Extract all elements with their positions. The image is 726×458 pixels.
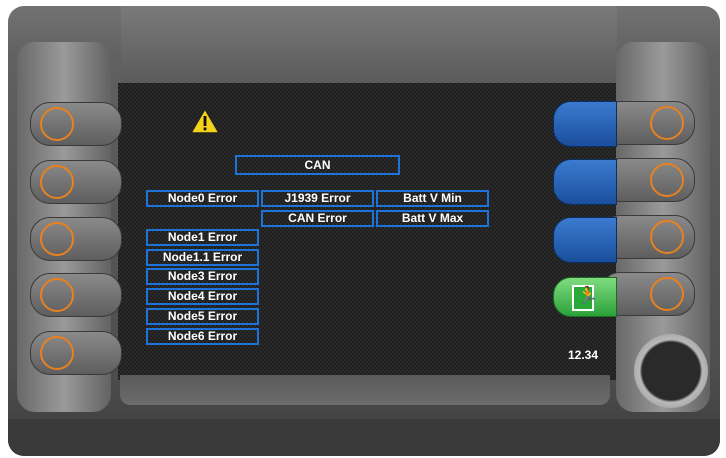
left-hard-button-2[interactable] bbox=[30, 160, 122, 204]
error-batt-v-max[interactable]: Batt V Max bbox=[376, 210, 489, 227]
rotary-knob[interactable] bbox=[634, 334, 708, 408]
softkey-1[interactable] bbox=[553, 101, 617, 147]
button-ring bbox=[40, 165, 74, 199]
version-label: 12.34 bbox=[568, 348, 599, 362]
running-man-glyph: 🏃 bbox=[577, 286, 599, 306]
left-hard-button-1[interactable] bbox=[30, 102, 122, 146]
error-j1939[interactable]: J1939 Error bbox=[261, 190, 374, 207]
softkey-2[interactable] bbox=[553, 159, 617, 205]
button-ring bbox=[40, 336, 74, 370]
error-node6[interactable]: Node6 Error bbox=[146, 328, 259, 345]
error-batt-v-min[interactable]: Batt V Min bbox=[376, 190, 489, 207]
left-hard-button-4[interactable] bbox=[30, 273, 122, 317]
left-hard-button-5[interactable] bbox=[30, 331, 122, 375]
error-node5[interactable]: Node5 Error bbox=[146, 308, 259, 325]
button-ring bbox=[650, 220, 684, 254]
button-ring bbox=[40, 278, 74, 312]
softkey-3[interactable] bbox=[553, 217, 617, 263]
button-ring bbox=[40, 222, 74, 256]
error-node3[interactable]: Node3 Error bbox=[146, 268, 259, 285]
can-title: CAN bbox=[235, 155, 400, 175]
screen-lower-trim bbox=[120, 375, 610, 405]
error-node1[interactable]: Node1 Error bbox=[146, 229, 259, 246]
button-ring bbox=[650, 277, 684, 311]
error-node4[interactable]: Node4 Error bbox=[146, 288, 259, 305]
error-node1-1[interactable]: Node1.1 Error bbox=[146, 249, 259, 266]
button-ring bbox=[40, 107, 74, 141]
exit-softkey[interactable]: 🏃 bbox=[553, 277, 617, 317]
error-can[interactable]: CAN Error bbox=[261, 210, 374, 227]
emergency-exit-icon: 🏃 bbox=[572, 285, 598, 311]
warning-triangle-icon bbox=[190, 108, 220, 134]
top-bezel bbox=[121, 6, 617, 84]
bottom-strip bbox=[8, 419, 720, 456]
error-node0[interactable]: Node0 Error bbox=[146, 190, 259, 207]
left-hard-button-3[interactable] bbox=[30, 217, 122, 261]
button-ring bbox=[650, 163, 684, 197]
button-ring bbox=[650, 106, 684, 140]
